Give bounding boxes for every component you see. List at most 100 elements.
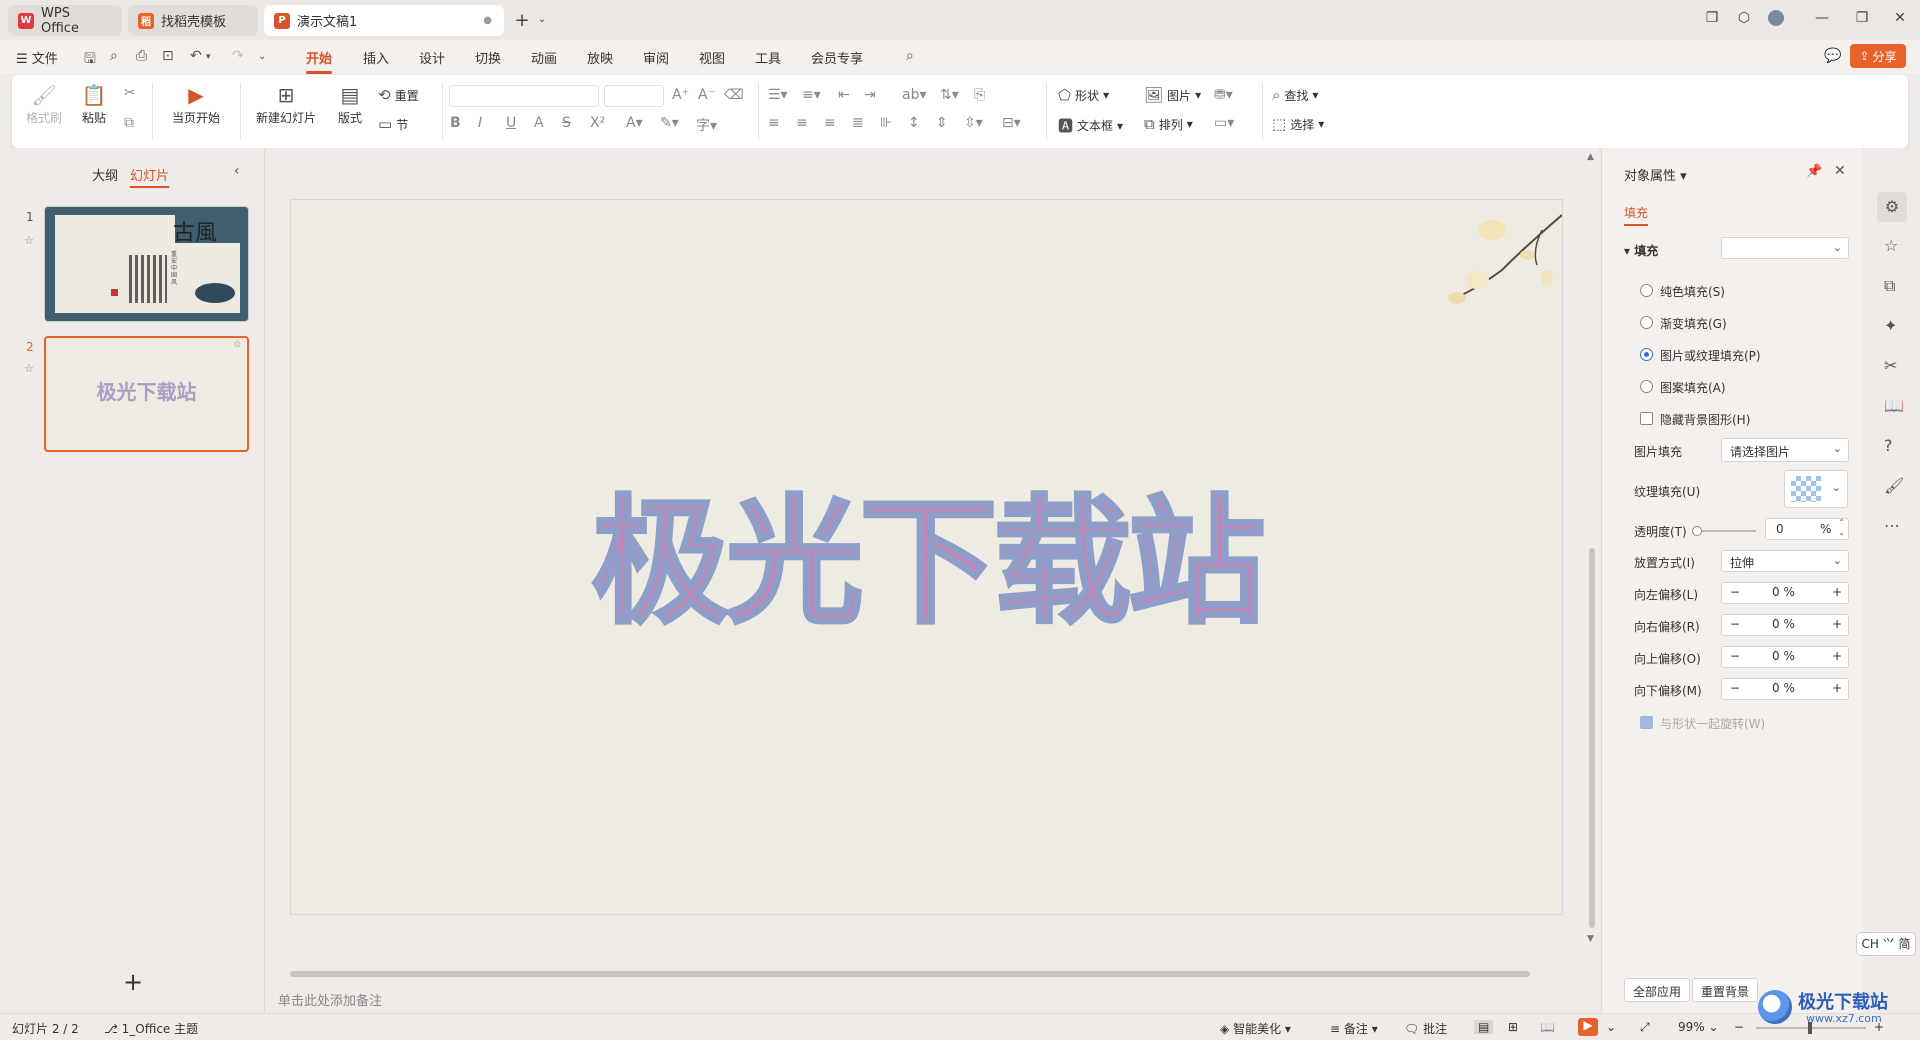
properties-icon[interactable]: ⚙ (1877, 192, 1907, 222)
share-button[interactable]: ⇪ 分享 (1850, 44, 1906, 68)
tab-slides[interactable]: 幻灯片 (130, 165, 170, 188)
restore-icon[interactable]: ❐ (1852, 10, 1872, 26)
star-icon[interactable]: ☆ (24, 234, 34, 247)
plus-icon[interactable]: + (1832, 649, 1842, 663)
layout-button[interactable]: ▤ 版式 (330, 81, 370, 126)
align-right-icon[interactable]: ≡ (824, 115, 836, 131)
minimize-icon[interactable]: — (1812, 10, 1832, 26)
new-tab-icon[interactable]: + (512, 10, 532, 31)
locate-icon[interactable]: ⌕ (110, 48, 118, 64)
reading-view-icon[interactable]: 📖 (1540, 1020, 1555, 1034)
print-preview-icon[interactable]: ⊡ (162, 48, 174, 64)
comments-button[interactable]: 🗨 批注 (1404, 1020, 1447, 1037)
numbered-list-icon[interactable]: ≡▾ (802, 87, 821, 103)
offset-right-stepper[interactable]: − 0 % + (1721, 614, 1849, 636)
shadow-icon[interactable]: A (534, 115, 544, 131)
print-icon[interactable]: ⎙ (136, 48, 147, 64)
convert-icon[interactable]: ⎘ (974, 87, 985, 103)
horizontal-scrollbar[interactable] (274, 970, 1584, 978)
undo-chevron-icon[interactable]: ▾ (206, 52, 211, 62)
select-button[interactable]: ⬚ 选择 ▾ (1272, 115, 1324, 133)
ime-indicator[interactable]: CH ⺍ 简 (1856, 932, 1916, 956)
minus-icon[interactable]: − (1730, 681, 1740, 695)
tab-template[interactable]: 稻 找稻壳模板 (128, 5, 258, 36)
minus-icon[interactable]: − (1730, 617, 1740, 631)
slide-sorter-icon[interactable]: ⊞ (1508, 1020, 1518, 1034)
format-painter-button[interactable]: 🖌 格式刷 (26, 81, 62, 126)
increase-font-icon[interactable]: A⁺ (672, 87, 689, 103)
undo-icon[interactable]: ↶ (190, 48, 202, 64)
more-quick-chevron-icon[interactable]: ⌄ (258, 51, 266, 62)
solid-fill-radio[interactable] (1640, 284, 1653, 297)
font-name-combo[interactable] (449, 85, 599, 107)
textbox-button[interactable]: 🅰 文本框 ▾ (1058, 115, 1123, 136)
tab-list-chevron-icon[interactable]: ⌄ (532, 14, 552, 25)
pattern-fill-radio[interactable] (1640, 380, 1653, 393)
minus-icon[interactable]: − (1730, 649, 1740, 663)
picture-fill-radio[interactable] (1640, 348, 1653, 361)
texture-dropdown[interactable]: ⌄ (1784, 470, 1848, 508)
tab-fill[interactable]: 填充 (1624, 204, 1649, 226)
tab-wps-office[interactable]: W WPS Office (8, 5, 122, 36)
transparency-input[interactable]: 0 % ⌃ ⌄ (1765, 518, 1849, 540)
offset-left-stepper[interactable]: − 0 % + (1721, 582, 1849, 604)
add-slide-button[interactable]: + (123, 968, 143, 996)
distribute-icon[interactable]: ⊪ (880, 115, 892, 131)
reset-background-button[interactable]: 重置背景 (1692, 978, 1759, 1002)
tab-design[interactable]: 设计 (419, 48, 445, 67)
placement-dropdown[interactable]: 拉伸 ⌄ (1721, 550, 1849, 572)
copy-layers-icon[interactable]: ⧉ (1884, 276, 1895, 296)
shape-button[interactable]: ⬠ 形状 ▾ (1058, 86, 1109, 104)
fill-color-dropdown[interactable]: ⌄ (1721, 237, 1849, 259)
strikethrough-icon[interactable]: S (562, 115, 571, 131)
tab-view[interactable]: 视图 (699, 48, 725, 67)
animation-icon[interactable]: ✦ (1884, 316, 1897, 335)
offset-up-stepper[interactable]: − 0 % + (1721, 646, 1849, 668)
play-from-current-button[interactable]: ▶ 当页开始 (164, 81, 228, 126)
tab-transitions[interactable]: 切换 (475, 48, 501, 67)
paragraph-spacing-icon[interactable]: ⇕ (936, 115, 948, 131)
picture-button[interactable]: 🖼 图片 ▾ (1144, 86, 1201, 104)
reset-button[interactable]: ⟲ 重置 (378, 86, 419, 104)
tools-icon[interactable]: ✂ (1884, 356, 1897, 375)
book-icon[interactable]: 📖 (1884, 396, 1904, 415)
clear-format-icon[interactable]: ⌫ (724, 87, 744, 103)
more-icon[interactable]: ⋯ (1884, 516, 1900, 535)
smart-beautify-button[interactable]: ◈ 智能美化 ▾ (1220, 1020, 1291, 1037)
tab-slideshow[interactable]: 放映 (587, 48, 613, 67)
superscript-icon[interactable]: X² (590, 115, 605, 131)
tab-outline[interactable]: 大纲 (92, 165, 118, 184)
file-menu[interactable]: ☰ 文件 (16, 48, 58, 67)
sort-icon[interactable]: ⇅▾ (940, 87, 959, 103)
hide-background-checkbox[interactable] (1640, 412, 1653, 425)
slide-canvas[interactable]: 极光下载站 (290, 199, 1563, 915)
help-icon[interactable]: ? (1884, 436, 1893, 455)
redo-icon[interactable]: ↷ (232, 48, 244, 64)
bold-icon[interactable]: B (450, 115, 461, 131)
fill-section-header[interactable]: ▾ 填充 (1624, 242, 1658, 259)
arrange-button[interactable]: ⧉ 排列 ▾ (1144, 115, 1193, 133)
decrease-indent-icon[interactable]: ⇤ (838, 87, 850, 103)
italic-icon[interactable]: I (478, 115, 482, 131)
comment-bubble-icon[interactable]: 💬 (1824, 48, 1841, 64)
vertical-scrollbar[interactable]: ▲ ▼ (1585, 148, 1599, 978)
plus-icon[interactable]: + (1832, 585, 1842, 599)
collapse-panel-icon[interactable]: ‹ (234, 163, 240, 179)
columns-icon[interactable]: ⊟▾ (1002, 115, 1021, 131)
avatar[interactable] (1766, 10, 1786, 30)
transparency-slider[interactable] (1692, 526, 1756, 536)
section-button[interactable]: ▭ 节 (378, 115, 408, 133)
increase-indent-icon[interactable]: ⇥ (864, 87, 876, 103)
decrease-font-icon[interactable]: A⁻ (698, 87, 715, 103)
play-chevron-icon[interactable]: ⌄ (1606, 1020, 1616, 1034)
save-icon[interactable]: 🖫 (84, 48, 96, 72)
fill-bucket-icon[interactable]: ⛃▾ (1214, 87, 1233, 103)
theme-indicator[interactable]: ⎇ 1_Office 主题 (104, 1020, 198, 1037)
close-panel-icon[interactable]: ✕ (1834, 163, 1846, 179)
slide-title[interactable]: 极光下载站 (291, 450, 1562, 650)
zoom-level[interactable]: 99% ⌄ (1678, 1020, 1719, 1034)
star-icon[interactable]: ☆ (1884, 236, 1898, 255)
cube-icon[interactable]: ⬡ (1734, 10, 1754, 26)
align-center-icon[interactable]: ≡ (796, 115, 808, 131)
tab-review[interactable]: 审阅 (643, 48, 669, 67)
